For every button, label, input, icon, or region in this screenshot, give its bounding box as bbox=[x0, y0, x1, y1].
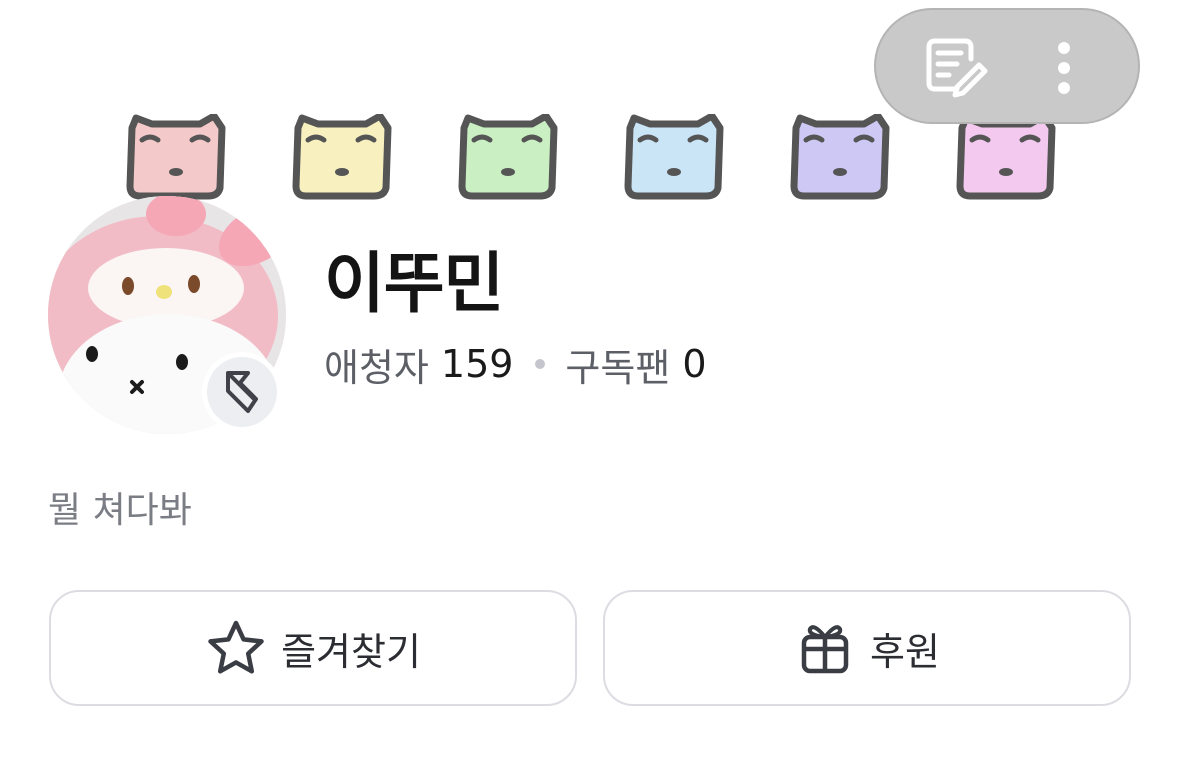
gift-icon bbox=[794, 617, 856, 679]
separator-dot bbox=[535, 359, 546, 369]
subscribers-count: 0 bbox=[682, 342, 707, 386]
cat-face-icon bbox=[790, 114, 890, 200]
cat-face-icon bbox=[126, 114, 226, 200]
platform-badge-icon bbox=[226, 371, 258, 413]
favorite-label: 즐겨찾기 bbox=[281, 629, 421, 674]
cat-face-icon bbox=[624, 114, 724, 200]
fans-count: 159 bbox=[440, 342, 514, 386]
note-edit-icon bbox=[926, 38, 988, 98]
header-action-pill bbox=[874, 8, 1140, 124]
fans-label: 애청자 bbox=[324, 345, 429, 390]
cat-face-icon bbox=[292, 114, 392, 200]
subscribers-label: 구독팬 bbox=[565, 345, 671, 390]
favorite-button[interactable]: 즐겨찾기 bbox=[49, 590, 577, 706]
cat-face-icon bbox=[956, 114, 1056, 200]
channel-bio: 뭘 쳐다봐 bbox=[48, 490, 192, 531]
more-options-button[interactable] bbox=[1024, 28, 1104, 108]
sponsor-button[interactable]: 후원 bbox=[603, 590, 1131, 706]
cat-face-icon bbox=[458, 114, 558, 200]
channel-name: 이뚜민 bbox=[324, 245, 504, 322]
channel-stats: 애청자 159 구독팬 0 bbox=[324, 338, 707, 390]
vertical-ellipsis-icon bbox=[1058, 42, 1070, 94]
edit-note-button[interactable] bbox=[916, 28, 996, 108]
platform-badge bbox=[202, 352, 282, 432]
sponsor-label: 후원 bbox=[870, 629, 940, 674]
star-icon bbox=[205, 617, 267, 679]
